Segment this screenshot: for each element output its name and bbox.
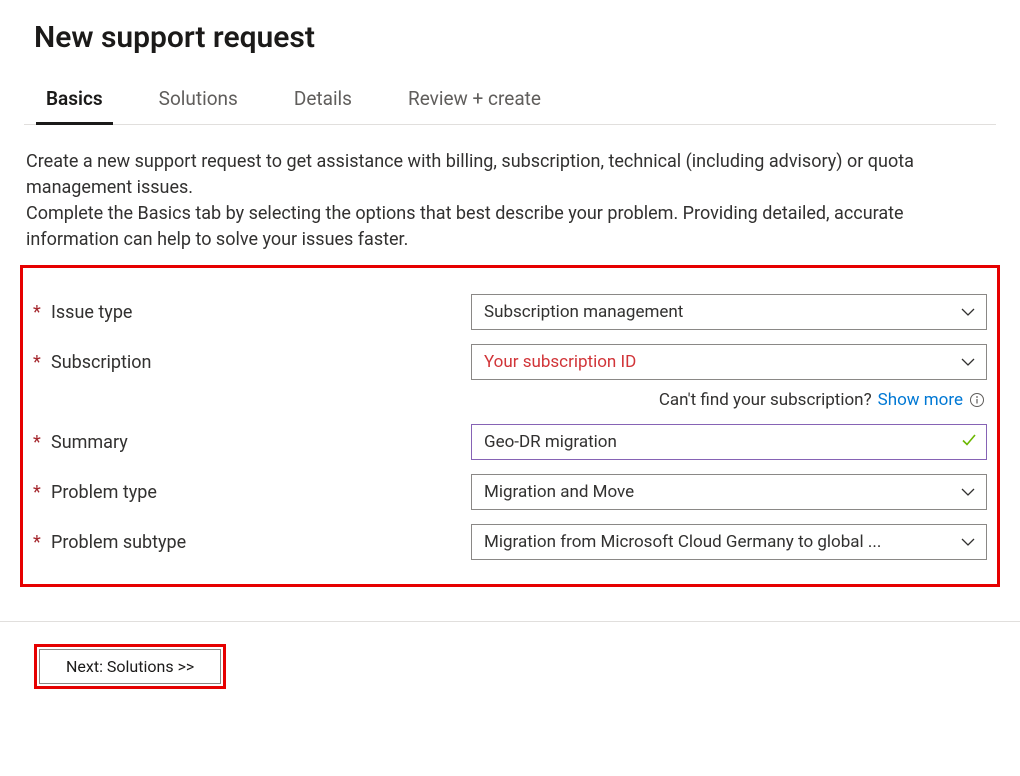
info-icon[interactable] — [969, 392, 985, 408]
problem-subtype-dropdown[interactable]: Migration from Microsoft Cloud Germany t… — [471, 524, 987, 560]
basics-form-highlight: * Issue type Subscription management * S… — [20, 265, 1000, 587]
intro-text: Create a new support request to get assi… — [26, 149, 994, 253]
subscription-show-more-link[interactable]: Show more — [878, 390, 963, 410]
problem-type-value: Migration and Move — [484, 482, 634, 502]
chevron-down-icon — [960, 354, 976, 370]
chevron-down-icon — [960, 534, 976, 550]
chevron-down-icon — [960, 304, 976, 320]
subscription-label: Subscription — [51, 352, 152, 373]
issue-type-label: Issue type — [51, 302, 132, 323]
subscription-value: Your subscription ID — [484, 352, 636, 372]
issue-type-dropdown[interactable]: Subscription management — [471, 294, 987, 330]
required-indicator: * — [33, 352, 45, 372]
required-indicator: * — [33, 482, 45, 502]
required-indicator: * — [33, 532, 45, 552]
problem-subtype-value: Migration from Microsoft Cloud Germany t… — [484, 532, 881, 552]
subscription-hint-text: Can't find your subscription? — [659, 390, 872, 410]
tab-basics[interactable]: Basics — [46, 81, 103, 124]
problem-type-dropdown[interactable]: Migration and Move — [471, 474, 987, 510]
required-indicator: * — [33, 302, 45, 322]
next-button-highlight: Next: Solutions >> — [34, 644, 226, 689]
summary-label: Summary — [51, 432, 128, 453]
issue-type-value: Subscription management — [484, 302, 683, 322]
problem-subtype-label: Problem subtype — [51, 532, 186, 553]
chevron-down-icon — [960, 484, 976, 500]
next-solutions-button[interactable]: Next: Solutions >> — [39, 649, 221, 684]
page-title: New support request — [34, 20, 986, 55]
tab-bar: Basics Solutions Details Review + create — [24, 81, 996, 125]
required-indicator: * — [33, 432, 45, 452]
tab-review-create[interactable]: Review + create — [408, 81, 541, 124]
tab-details[interactable]: Details — [294, 81, 352, 124]
summary-input[interactable] — [471, 424, 987, 460]
subscription-dropdown[interactable]: Your subscription ID — [471, 344, 987, 380]
tab-solutions[interactable]: Solutions — [159, 81, 238, 124]
problem-type-label: Problem type — [51, 482, 157, 503]
